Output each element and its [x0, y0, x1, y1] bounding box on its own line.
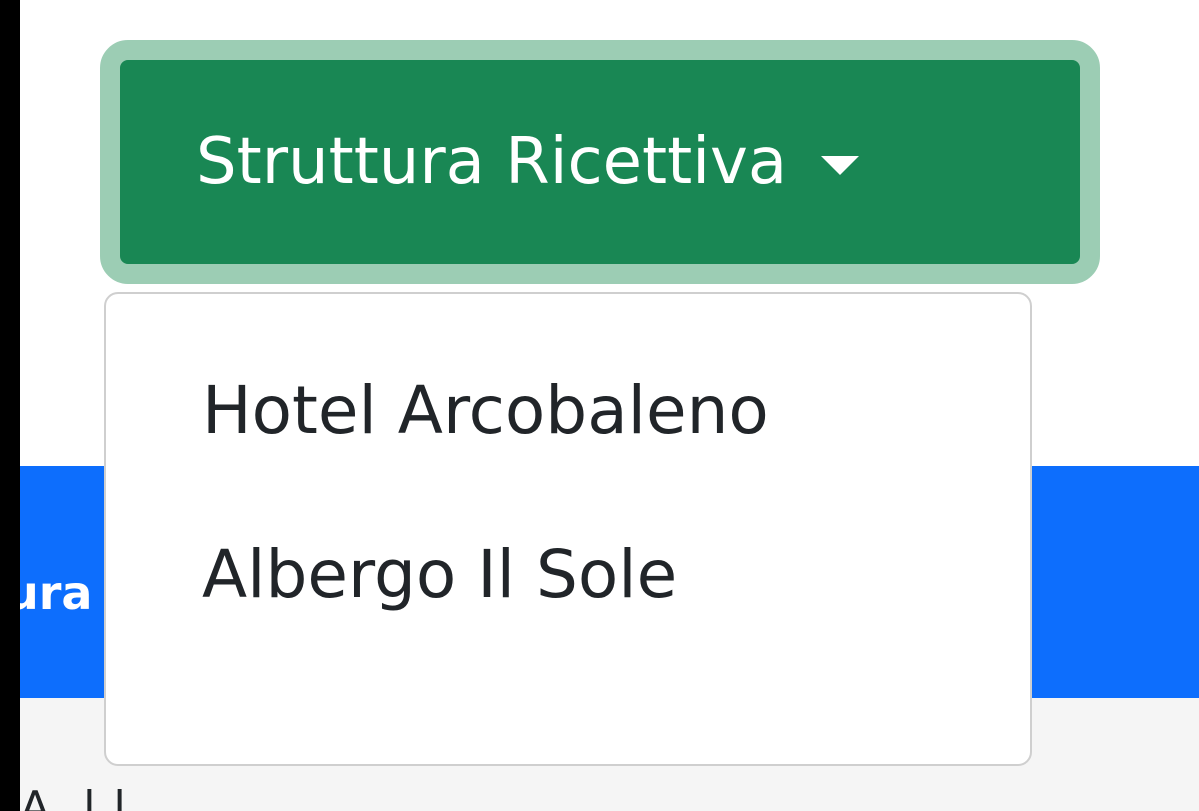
dropdown-item-albergo-il-sole[interactable]: Albergo Il Sole [106, 542, 1030, 706]
dropdown-menu: Hotel Arcobaleno Albergo Il Sole [104, 292, 1032, 766]
dropdown-button-label: Struttura Ricettiva [196, 125, 788, 199]
page: ura A. l l Struttura Ricettiva Hotel Arc… [20, 0, 1199, 811]
caret-down-icon [821, 155, 860, 175]
dropdown-item-hotel-arcobaleno[interactable]: Hotel Arcobaleno [106, 378, 1030, 542]
header-title: ura [20, 566, 93, 620]
table-header-text: A. l l [20, 782, 128, 811]
struttura-ricettiva-dropdown-button[interactable]: Struttura Ricettiva [100, 40, 1100, 284]
